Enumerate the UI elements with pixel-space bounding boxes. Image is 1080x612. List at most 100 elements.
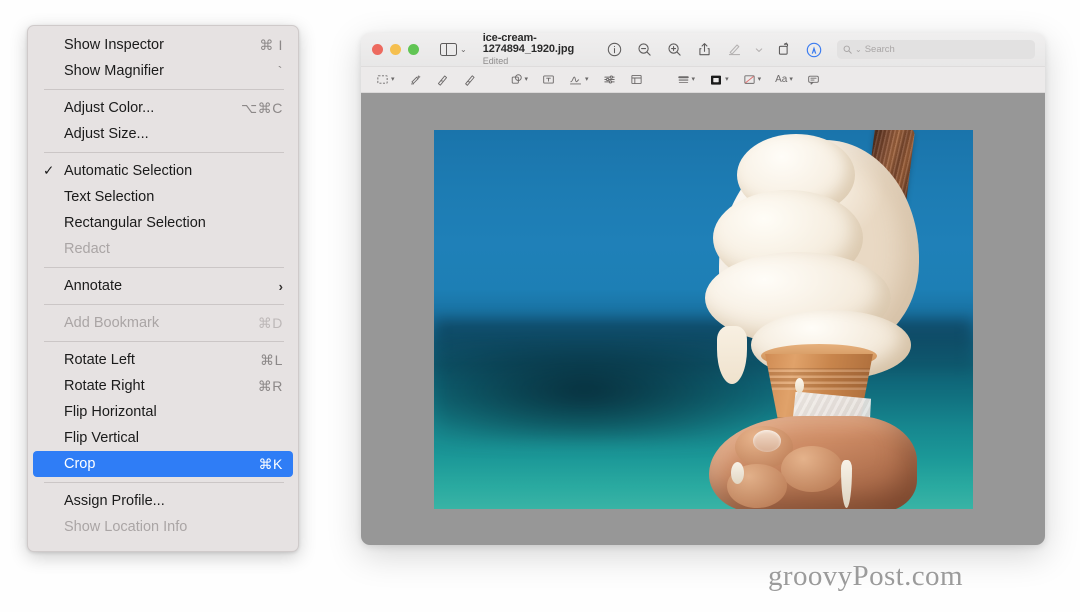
sidebar-icon <box>440 42 457 57</box>
chevron-down-icon[interactable] <box>755 41 763 59</box>
minimize-window-button[interactable] <box>390 44 401 55</box>
menu-item-shortcut: ⌘D <box>257 314 283 331</box>
screenshot-root: Show Inspector ⌘ I Show Magnifier ` Adjust C… <box>0 0 1080 612</box>
info-circle-icon[interactable] <box>605 41 623 59</box>
menu-item-label: Flip Vertical <box>64 430 139 446</box>
menu-separator <box>44 482 284 483</box>
menu-item-label: Adjust Size... <box>64 126 149 142</box>
chevron-down-icon: ▾ <box>691 76 696 83</box>
search-placeholder: Search <box>864 44 895 55</box>
zoom-window-button[interactable] <box>408 44 419 55</box>
menu-item-show-location-info: Show Location Info <box>33 514 293 540</box>
document-image <box>433 129 973 509</box>
close-window-button[interactable] <box>372 44 383 55</box>
menu-item-flip-horizontal[interactable]: Flip Horizontal <box>33 399 293 425</box>
instant-alpha-icon[interactable] <box>402 73 429 86</box>
zoom-in-icon[interactable] <box>665 41 683 59</box>
sidebar-toggle-button[interactable]: ⌄ <box>440 42 467 57</box>
fill-color-icon[interactable]: ▾ <box>736 73 769 86</box>
search-icon <box>843 45 852 54</box>
draw-icon[interactable] <box>456 73 483 86</box>
menu-item-flip-vertical[interactable]: Flip Vertical <box>33 425 293 451</box>
menu-item-crop[interactable]: Crop ⌘K <box>33 451 293 477</box>
menu-item-shortcut: ⌥⌘C <box>240 99 283 116</box>
photo-vignette <box>433 129 973 509</box>
menu-item-show-inspector[interactable]: Show Inspector ⌘ I <box>33 32 293 58</box>
menu-separator <box>44 152 284 153</box>
share-icon[interactable] <box>695 41 713 59</box>
menu-item-label: Text Selection <box>64 189 155 205</box>
menu-item-label: Rectangular Selection <box>64 215 206 231</box>
menu-separator <box>44 267 284 268</box>
menu-item-adjust-size[interactable]: Adjust Size... <box>33 121 293 147</box>
chevron-down-icon: ▾ <box>391 76 395 83</box>
menu-item-rotate-right[interactable]: Rotate Right ⌘R <box>33 373 293 399</box>
menu-item-label: Annotate <box>64 278 123 294</box>
adjust-size-icon[interactable] <box>623 73 650 86</box>
menu-item-rectangular-selection[interactable]: Rectangular Selection <box>33 210 293 236</box>
menu-item-label: Rotate Right <box>64 378 145 394</box>
chevron-down-icon: ▾ <box>757 76 762 83</box>
shape-style-icon[interactable]: ▾ <box>670 73 703 86</box>
sketch-icon[interactable] <box>429 73 456 86</box>
menu-item-automatic-selection[interactable]: ✓ Automatic Selection <box>33 158 293 184</box>
menu-item-shortcut: ⌘K <box>258 455 283 472</box>
menu-separator <box>44 89 284 90</box>
menu-item-label: Adjust Color... <box>64 100 155 116</box>
annotation-toolbar: ▾ ▾ ▾ ▾ ▾ ▾ Aa ▾ <box>361 67 1045 93</box>
text-style-icon[interactable]: Aa ▾ <box>768 74 800 85</box>
note-icon[interactable] <box>800 73 827 86</box>
menu-item-shortcut: ⌘L <box>260 351 283 368</box>
document-canvas[interactable] <box>361 93 1045 545</box>
document-status: Edited <box>482 55 509 66</box>
sliders-icon[interactable] <box>596 73 623 86</box>
chevron-down-icon: ⌄ <box>460 44 467 54</box>
menu-item-annotate[interactable]: Annotate › <box>33 273 293 299</box>
document-title-block: ice-cream-1274894_1920.jpg Edited <box>483 33 605 66</box>
menu-item-label: Show Magnifier <box>64 63 164 79</box>
menu-item-show-magnifier[interactable]: Show Magnifier ` <box>33 58 293 84</box>
chevron-down-icon: ▾ <box>524 76 529 83</box>
search-scope-caret-icon: ⌄ <box>855 44 862 54</box>
menu-item-label: Assign Profile... <box>64 493 165 509</box>
rect-selection-icon[interactable]: ▾ <box>369 73 402 86</box>
accessibility-icon[interactable] <box>805 41 823 59</box>
rotate-icon[interactable] <box>775 41 793 59</box>
menu-item-label: Show Inspector <box>64 37 164 53</box>
menu-item-shortcut: ⌘ I <box>259 36 283 53</box>
menu-item-adjust-color[interactable]: Adjust Color... ⌥⌘C <box>33 95 293 121</box>
menu-item-label: Redact <box>64 241 110 257</box>
menu-item-label: Automatic Selection <box>64 163 193 179</box>
menu-separator <box>44 304 284 305</box>
menu-item-label: Add Bookmark <box>64 315 160 331</box>
menu-item-rotate-left[interactable]: Rotate Left ⌘L <box>33 347 293 373</box>
menu-item-label: Show Location Info <box>64 519 188 535</box>
chevron-down-icon: ▾ <box>725 76 729 83</box>
menu-item-redact: Redact <box>33 236 293 262</box>
menu-item-label: Rotate Left <box>64 352 135 368</box>
chevron-down-icon: ▾ <box>789 76 793 83</box>
shapes-icon[interactable]: ▾ <box>503 73 536 86</box>
chevron-down-icon: ▾ <box>585 76 589 83</box>
document-title: ice-cream-1274894_1920.jpg <box>482 33 575 56</box>
context-menu[interactable]: Show Inspector ⌘ I Show Magnifier ` Adjust C… <box>27 25 299 552</box>
search-input[interactable]: ⌄ Search <box>837 40 1035 59</box>
zoom-out-icon[interactable] <box>635 41 653 59</box>
signature-icon[interactable]: ▾ <box>562 73 596 86</box>
menu-item-add-bookmark: Add Bookmark ⌘D <box>33 310 293 336</box>
text-box-icon[interactable] <box>535 73 562 86</box>
window-title-bar: ⌄ ice-cream-1274894_1920.jpg Edited ⌄ Se… <box>361 33 1045 67</box>
menu-separator <box>44 341 284 342</box>
menu-item-shortcut: ⌘R <box>257 377 283 394</box>
menu-item-assign-profile[interactable]: Assign Profile... <box>33 488 293 514</box>
text-style-label: Aa <box>775 74 788 85</box>
markup-pen-icon[interactable] <box>725 41 743 59</box>
watermark: groovyPost.com <box>768 560 963 592</box>
window-toolbar: ⌄ Search <box>605 40 1035 59</box>
menu-item-text-selection[interactable]: Text Selection <box>33 184 293 210</box>
menu-item-label: Crop <box>64 456 96 472</box>
border-color-icon[interactable]: ▾ <box>702 73 736 87</box>
menu-item-shortcut: ` <box>277 63 283 79</box>
menu-item-label: Flip Horizontal <box>64 404 157 420</box>
checkmark-icon: ✓ <box>43 163 55 179</box>
